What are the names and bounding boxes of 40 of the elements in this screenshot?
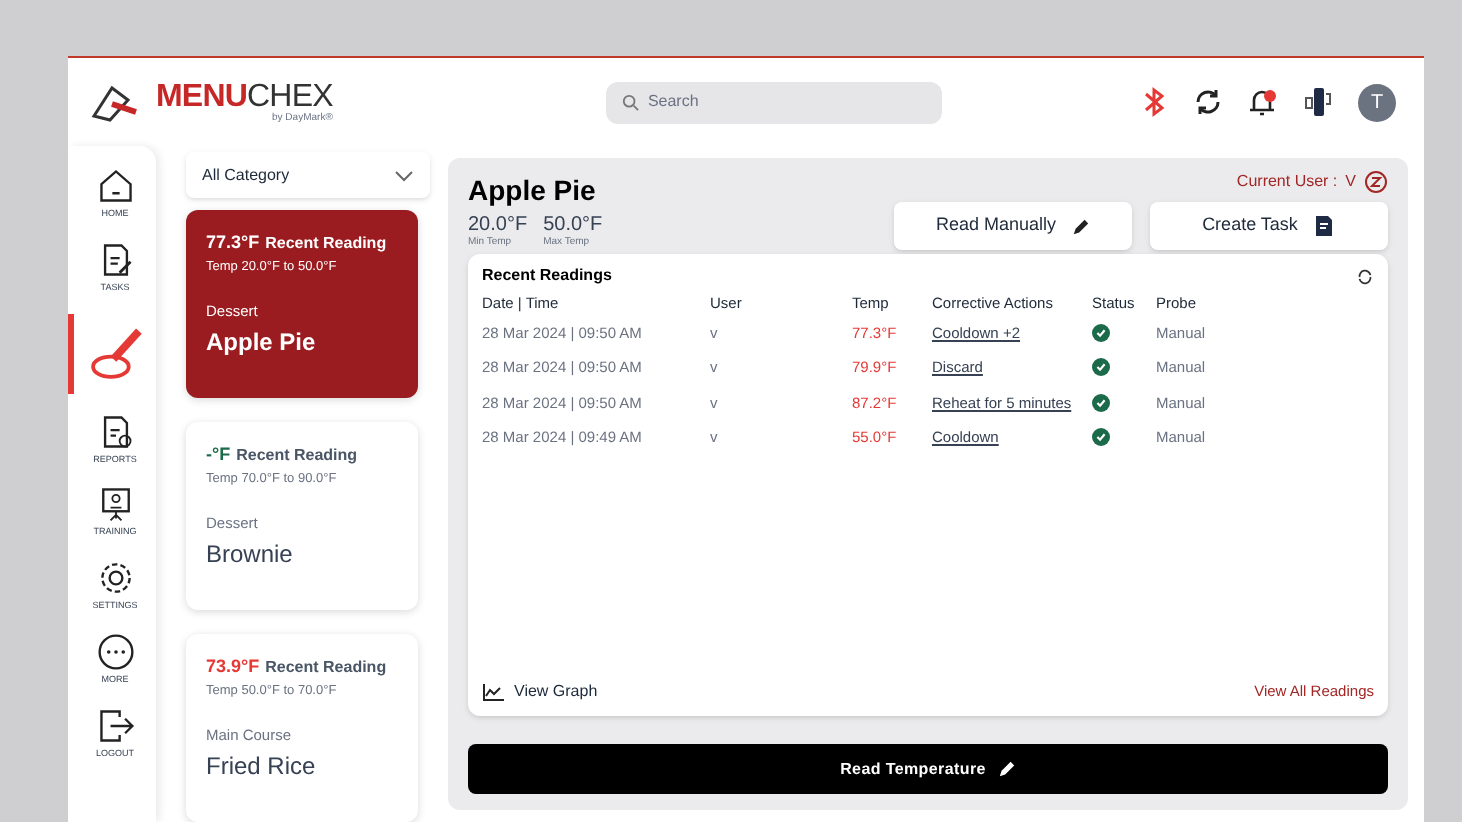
more-icon bbox=[95, 631, 135, 672]
thermometer-probe-icon bbox=[87, 325, 143, 381]
brand-logo: MENUCHEX bbox=[156, 81, 333, 113]
recent-temp: 77.3°F bbox=[206, 230, 260, 256]
line-chart-icon bbox=[482, 683, 504, 701]
recent-temp: 73.9°F bbox=[206, 654, 260, 680]
chevron-down-icon bbox=[394, 169, 414, 181]
recent-reading-label: Recent Reading bbox=[265, 656, 387, 680]
logout-icon bbox=[95, 705, 135, 745]
search-input[interactable]: Search bbox=[647, 90, 926, 114]
sync-icon[interactable] bbox=[1192, 86, 1224, 118]
current-user: V bbox=[1345, 170, 1356, 194]
bluetooth-icon[interactable] bbox=[1140, 86, 1168, 118]
recent-temp: -°F bbox=[206, 442, 231, 468]
user-avatar[interactable]: T bbox=[1358, 83, 1396, 121]
read-manually-button[interactable]: Read Manually bbox=[894, 202, 1132, 250]
devices-icon[interactable] bbox=[1302, 86, 1334, 118]
bell-icon[interactable] bbox=[1248, 86, 1278, 118]
search-icon bbox=[622, 93, 640, 111]
switch-user-icon[interactable] bbox=[1364, 170, 1388, 194]
read-temperature-button[interactable]: Read Temperature bbox=[468, 744, 1388, 794]
item-title: Apple Pie bbox=[468, 172, 598, 210]
category-dropdown[interactable]: All Category bbox=[186, 152, 430, 198]
min-temp: 20.0°F bbox=[468, 216, 528, 236]
item-name: Brownie bbox=[206, 537, 295, 571]
recent-reading-label: Recent Reading bbox=[236, 444, 358, 468]
search-field[interactable]: Search bbox=[606, 81, 942, 123]
create-task-button[interactable]: Create Task bbox=[1150, 202, 1388, 250]
pencil-icon bbox=[997, 760, 1016, 778]
settings-icon bbox=[95, 558, 135, 598]
section-title: Recent Readings bbox=[482, 264, 612, 288]
item-name: Fried Rice bbox=[206, 749, 318, 783]
max-temp: 50.0°F bbox=[543, 216, 603, 236]
refresh-icon[interactable] bbox=[1356, 267, 1374, 285]
recent-reading-label: Recent Reading bbox=[265, 232, 387, 256]
view-graph-button[interactable]: View Graph bbox=[482, 680, 598, 704]
item-name: Apple Pie bbox=[206, 325, 318, 359]
pencil-icon bbox=[1072, 217, 1091, 235]
home-icon bbox=[95, 166, 135, 206]
current-user-label: Current User : bbox=[1236, 170, 1338, 194]
